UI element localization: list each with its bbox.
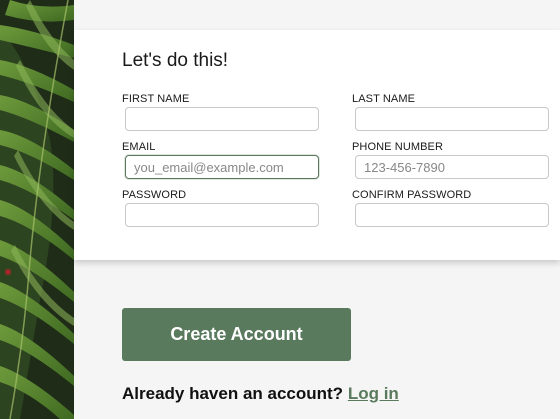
signup-form-card: Let's do this! FIRST NAME LAST NAME EMAI… [74, 30, 560, 260]
fern-image-panel [0, 0, 74, 419]
phone-label: PHONE NUMBER [352, 141, 444, 153]
password-label: PASSWORD [122, 189, 187, 201]
login-prompt-text: Already haven an account? [122, 384, 344, 403]
confirm-password-label: CONFIRM PASSWORD [352, 189, 472, 201]
form-title: Let's do this! [122, 50, 229, 71]
email-field-group: EMAIL [122, 140, 319, 179]
password-input[interactable] [125, 203, 319, 227]
last-name-input[interactable] [355, 107, 549, 131]
email-input[interactable] [125, 155, 319, 179]
email-label: EMAIL [122, 141, 156, 153]
first-name-field-group: FIRST NAME [122, 92, 319, 131]
password-field-group: PASSWORD [122, 188, 319, 227]
first-name-label: FIRST NAME [122, 93, 190, 105]
signup-page: Let's do this! FIRST NAME LAST NAME EMAI… [0, 0, 560, 419]
fern-leaves-image [0, 0, 74, 419]
phone-field-group: PHONE NUMBER [352, 140, 549, 179]
login-link[interactable]: Log in [348, 384, 399, 403]
login-prompt-line: Already haven an account? Log in [122, 384, 399, 404]
first-name-input[interactable] [125, 107, 319, 131]
confirm-password-field-group: CONFIRM PASSWORD [352, 188, 549, 227]
last-name-label: LAST NAME [352, 93, 416, 105]
phone-input[interactable] [355, 155, 549, 179]
confirm-password-input[interactable] [355, 203, 549, 227]
last-name-field-group: LAST NAME [352, 92, 549, 131]
create-account-button[interactable]: Create Account [122, 308, 351, 361]
